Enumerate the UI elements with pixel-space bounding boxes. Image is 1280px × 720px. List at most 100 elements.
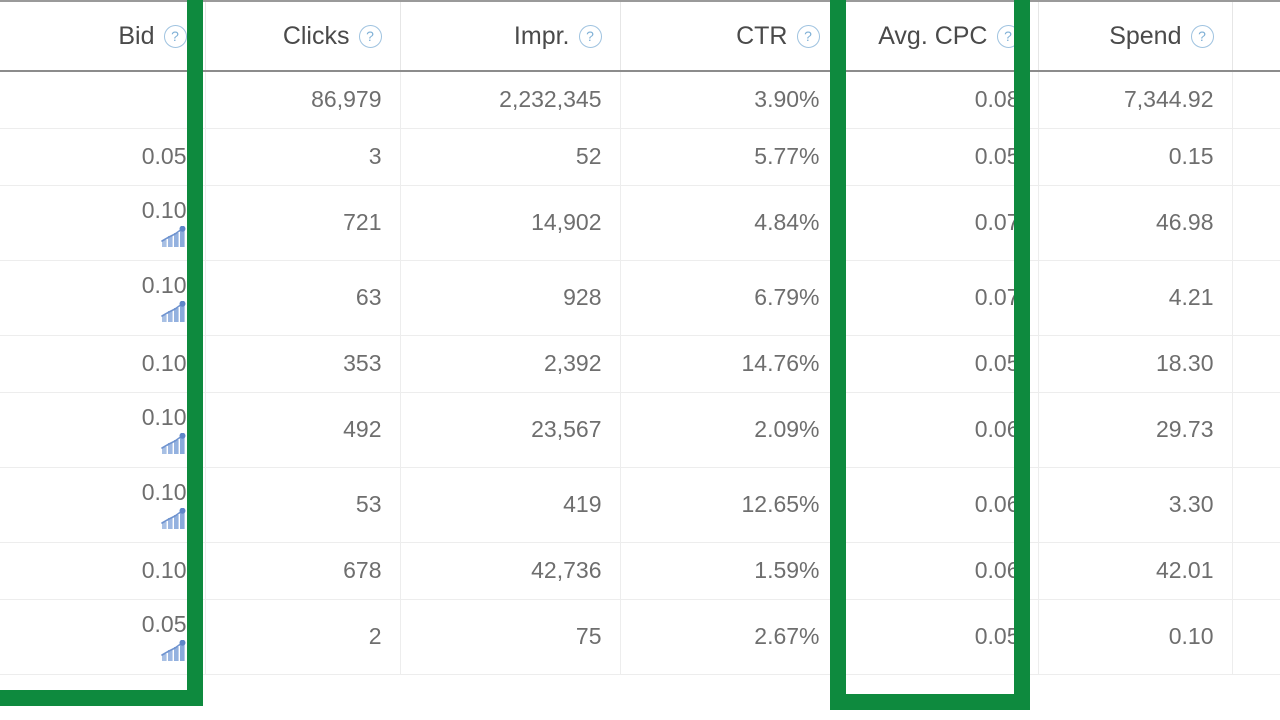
table-header: Bid ? Clicks ? Impr. ? CTR ? Avg. CPC ? … bbox=[0, 0, 1280, 72]
cell-spend: 0.10 bbox=[1038, 599, 1233, 675]
column-header-avg-cpc[interactable]: Avg. CPC ? bbox=[838, 0, 1039, 72]
cell-avg-cpc: 0.05 bbox=[838, 128, 1039, 186]
table-row[interactable]: 0.10 678 42,736 1.59% 0.06 42.01 bbox=[0, 542, 1280, 600]
cell-bid[interactable]: 0.10 bbox=[0, 467, 206, 543]
cell-impr: 42,736 bbox=[400, 542, 621, 600]
cell-spend: 29.73 bbox=[1038, 392, 1233, 468]
cell-spend: 3.30 bbox=[1038, 467, 1233, 543]
cell-bid[interactable] bbox=[0, 71, 206, 129]
cell-overflow bbox=[1232, 467, 1280, 543]
cell-clicks: 353 bbox=[205, 335, 401, 393]
table-row[interactable]: 0.05 3 52 5.77% 0.05 0.15 bbox=[0, 128, 1280, 186]
screenshot-root: Bid ? Clicks ? Impr. ? CTR ? Avg. CPC ? … bbox=[0, 0, 1280, 720]
bar-chart-trend-icon[interactable] bbox=[160, 300, 187, 323]
cell-impr: 928 bbox=[400, 260, 621, 336]
clicks-help-question-circle-icon[interactable]: ? bbox=[358, 24, 382, 48]
cell-ctr: 14.76% bbox=[620, 335, 839, 393]
cell-clicks: 3 bbox=[205, 128, 401, 186]
bid-value: 0.05 bbox=[141, 611, 187, 638]
table-row[interactable]: 0.10 721 14,902 4.84% 0.07 46.98 bbox=[0, 185, 1280, 261]
cell-overflow bbox=[1232, 185, 1280, 261]
cell-overflow bbox=[1232, 542, 1280, 600]
cell-bid[interactable]: 0.10 bbox=[0, 185, 206, 261]
avg-cpc-help-question-circle-icon[interactable]: ? bbox=[996, 24, 1020, 48]
cell-ctr: 5.77% bbox=[620, 128, 839, 186]
cell-bid[interactable]: 0.10 bbox=[0, 542, 206, 600]
column-header-clicks-label: Clicks bbox=[282, 21, 350, 50]
cell-avg-cpc: 0.05 bbox=[838, 599, 1039, 675]
bid-value: 0.10 bbox=[141, 272, 187, 299]
cell-avg-cpc: 0.07 bbox=[838, 185, 1039, 261]
column-header-clicks[interactable]: Clicks ? bbox=[205, 0, 401, 72]
table-row[interactable]: 0.10 53 419 12.65% 0.06 3.30 bbox=[0, 467, 1280, 543]
cell-avg-cpc: 0.06 bbox=[838, 392, 1039, 468]
cell-avg-cpc: 0.05 bbox=[838, 335, 1039, 393]
cell-ctr: 4.84% bbox=[620, 185, 839, 261]
cell-overflow bbox=[1232, 71, 1280, 129]
cell-ctr: 3.90% bbox=[620, 71, 839, 129]
bid-value: 0.10 bbox=[141, 350, 187, 377]
cell-avg-cpc: 0.06 bbox=[838, 467, 1039, 543]
cell-spend: 46.98 bbox=[1038, 185, 1233, 261]
column-header-bid-label: Bid bbox=[118, 21, 155, 50]
cell-clicks: 678 bbox=[205, 542, 401, 600]
cell-impr: 75 bbox=[400, 599, 621, 675]
cell-overflow bbox=[1232, 599, 1280, 675]
cell-ctr: 1.59% bbox=[620, 542, 839, 600]
ctr-help-question-circle-icon[interactable]: ? bbox=[796, 24, 820, 48]
cell-spend: 7,344.92 bbox=[1038, 71, 1233, 129]
column-header-spend[interactable]: Spend ? bbox=[1038, 0, 1233, 72]
cell-ctr: 2.67% bbox=[620, 599, 839, 675]
cell-impr: 2,392 bbox=[400, 335, 621, 393]
spend-help-question-circle-icon[interactable]: ? bbox=[1190, 24, 1214, 48]
column-header-overflow bbox=[1232, 0, 1280, 72]
table-row[interactable]: 0.10 353 2,392 14.76% 0.05 18.30 bbox=[0, 335, 1280, 393]
column-header-spend-label: Spend bbox=[1109, 21, 1182, 50]
bid-value: 0.10 bbox=[141, 197, 187, 224]
column-header-bid[interactable]: Bid ? bbox=[0, 0, 206, 72]
bar-chart-trend-icon[interactable] bbox=[160, 225, 187, 248]
cell-ctr: 6.79% bbox=[620, 260, 839, 336]
bid-value: 0.10 bbox=[141, 404, 187, 431]
table-row[interactable]: 86,979 2,232,345 3.90% 0.08 7,344.92 bbox=[0, 71, 1280, 129]
cell-spend: 4.21 bbox=[1038, 260, 1233, 336]
cell-clicks: 492 bbox=[205, 392, 401, 468]
cell-overflow bbox=[1232, 260, 1280, 336]
cell-overflow bbox=[1232, 392, 1280, 468]
cell-impr: 23,567 bbox=[400, 392, 621, 468]
cell-spend: 42.01 bbox=[1038, 542, 1233, 600]
cell-overflow bbox=[1232, 128, 1280, 186]
bar-chart-trend-icon[interactable] bbox=[160, 639, 187, 662]
column-header-impr[interactable]: Impr. ? bbox=[400, 0, 621, 72]
cell-avg-cpc: 0.07 bbox=[838, 260, 1039, 336]
table-body: 86,979 2,232,345 3.90% 0.08 7,344.92 0.05 3 52 5… bbox=[0, 71, 1280, 675]
cell-bid[interactable]: 0.10 bbox=[0, 392, 206, 468]
bid-value: 0.10 bbox=[141, 557, 187, 584]
cell-bid[interactable]: 0.10 bbox=[0, 260, 206, 336]
bid-value: 0.10 bbox=[141, 479, 187, 506]
bid-help-question-circle-icon[interactable]: ? bbox=[163, 24, 187, 48]
table-row[interactable]: 0.05 2 75 2.67% 0.05 0.10 bbox=[0, 599, 1280, 675]
cell-impr: 2,232,345 bbox=[400, 71, 621, 129]
cell-avg-cpc: 0.06 bbox=[838, 542, 1039, 600]
bar-chart-trend-icon[interactable] bbox=[160, 507, 187, 530]
cell-spend: 18.30 bbox=[1038, 335, 1233, 393]
table-row[interactable]: 0.10 492 23,567 2.09% 0.06 29.73 bbox=[0, 392, 1280, 468]
bid-value: 0.05 bbox=[141, 143, 187, 170]
column-header-ctr[interactable]: CTR ? bbox=[620, 0, 839, 72]
cell-clicks: 63 bbox=[205, 260, 401, 336]
impr-help-question-circle-icon[interactable]: ? bbox=[578, 24, 602, 48]
bar-chart-trend-icon[interactable] bbox=[160, 432, 187, 455]
cell-bid[interactable]: 0.10 bbox=[0, 335, 206, 393]
column-header-avg-cpc-label: Avg. CPC bbox=[878, 21, 988, 50]
cell-overflow bbox=[1232, 335, 1280, 393]
cell-bid[interactable]: 0.05 bbox=[0, 128, 206, 186]
cell-ctr: 2.09% bbox=[620, 392, 839, 468]
table-row[interactable]: 0.10 63 928 6.79% 0.07 4.21 bbox=[0, 260, 1280, 336]
cell-spend: 0.15 bbox=[1038, 128, 1233, 186]
cell-clicks: 53 bbox=[205, 467, 401, 543]
metrics-table: Bid ? Clicks ? Impr. ? CTR ? Avg. CPC ? … bbox=[0, 0, 1280, 675]
cell-clicks: 721 bbox=[205, 185, 401, 261]
cell-clicks: 2 bbox=[205, 599, 401, 675]
cell-bid[interactable]: 0.05 bbox=[0, 599, 206, 675]
